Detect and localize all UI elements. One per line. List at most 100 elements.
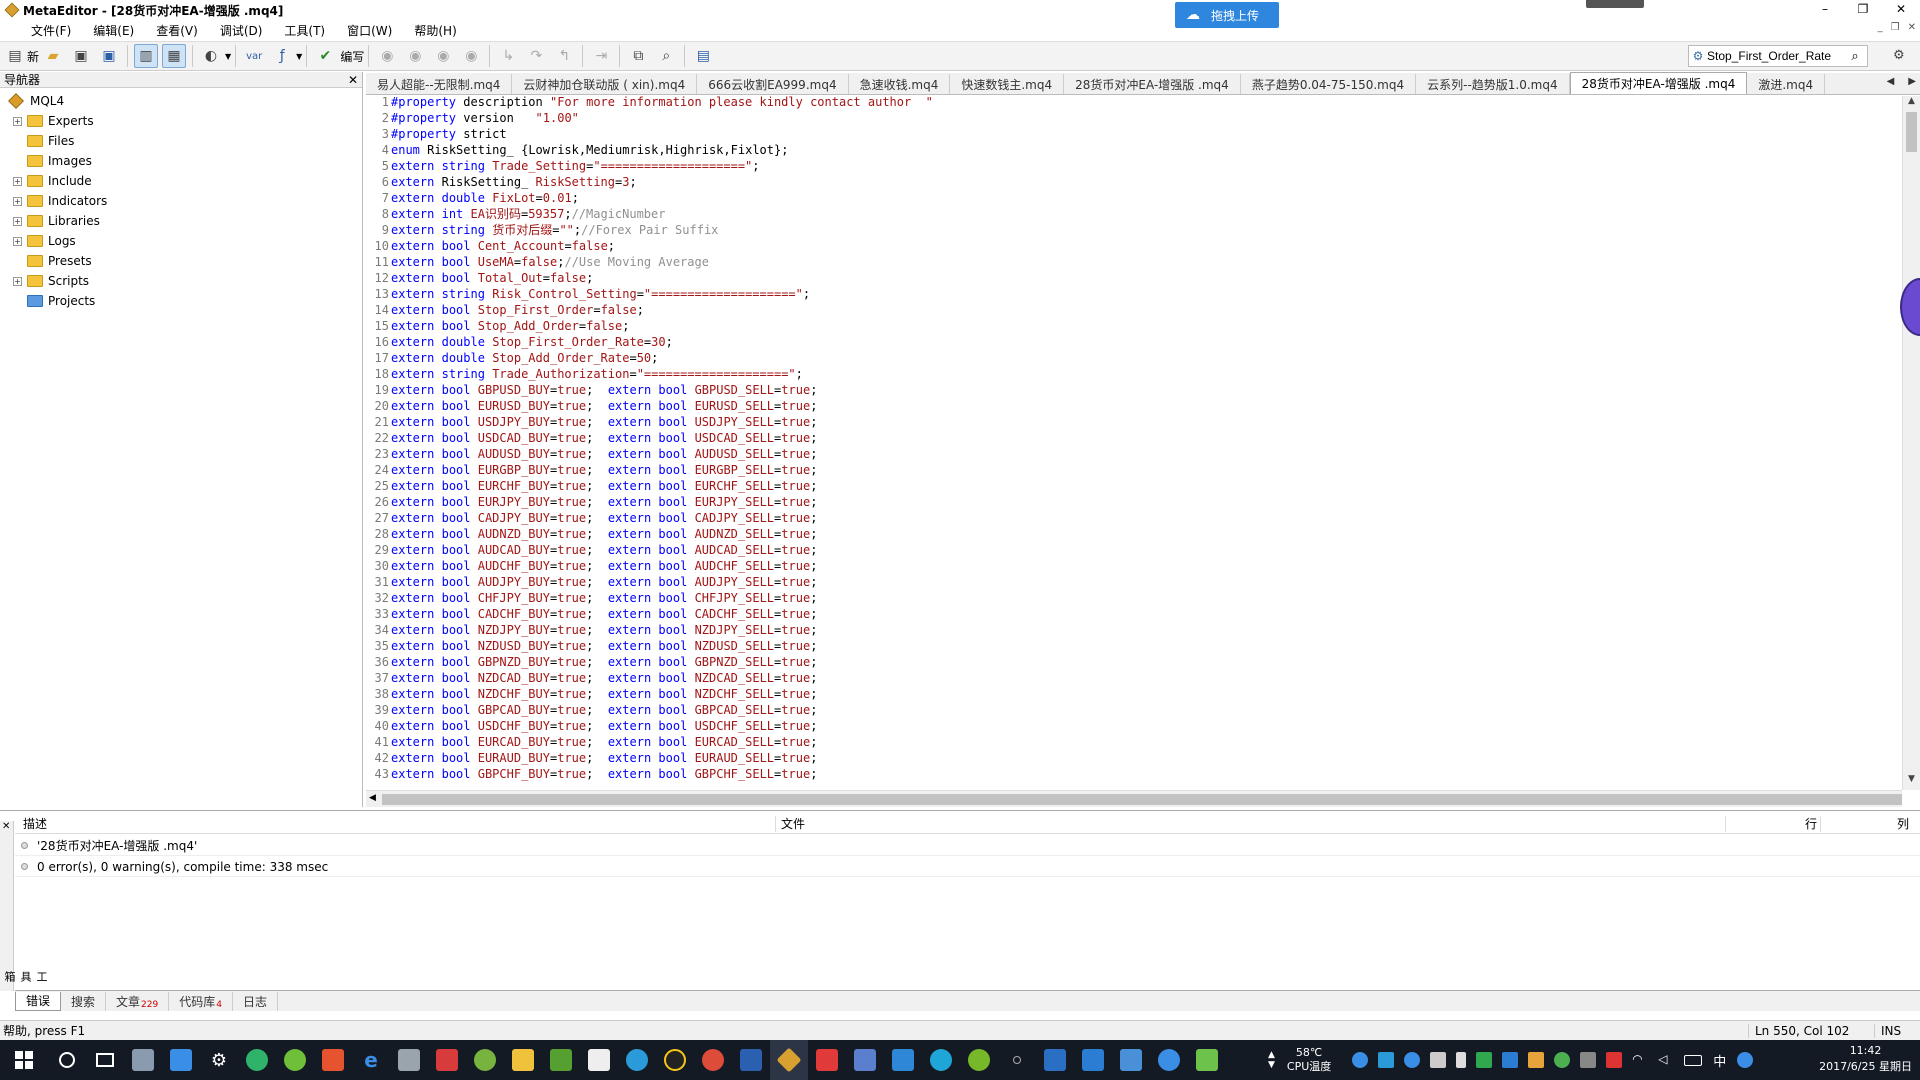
column-col[interactable]: 列 xyxy=(1897,815,1909,832)
code-line[interactable]: 42 extern bool EURAUD_BUY=true; extern bo… xyxy=(366,750,1866,766)
code-line[interactable]: 6 extern RiskSetting_ RiskSetting=3; xyxy=(366,174,1866,190)
dropdown-arrow-icon[interactable]: ▼ xyxy=(225,52,231,61)
tab-errors[interactable]: 错误 xyxy=(15,991,62,1011)
tree-node-files[interactable]: Files xyxy=(0,131,362,151)
taskbar-app-icon[interactable] xyxy=(960,1040,998,1080)
wifi-icon[interactable]: ◠ xyxy=(1632,1052,1648,1068)
close-icon[interactable]: ✕ xyxy=(2,821,10,832)
menu-window[interactable]: 窗口(W) xyxy=(336,22,403,39)
scrollbar-thumb[interactable] xyxy=(1906,112,1917,152)
start-profile-icon[interactable]: ◉ xyxy=(403,44,427,68)
tree-node-logs[interactable]: + Logs xyxy=(0,231,362,251)
taskbar-app-icon[interactable] xyxy=(162,1040,200,1080)
code-line[interactable]: 33 extern bool CADCHF_BUY=true; extern bo… xyxy=(366,606,1866,622)
taskbar-app-icon[interactable] xyxy=(808,1040,846,1080)
code-line[interactable]: 41 extern bool EURCAD_BUY=true; extern bo… xyxy=(366,734,1866,750)
code-line[interactable]: 19 extern bool GBPUSD_BUY=true; extern bo… xyxy=(366,382,1866,398)
step-over-icon[interactable]: ↷ xyxy=(524,44,548,68)
code-line[interactable]: 22 extern bool USDCAD_BUY=true; extern bo… xyxy=(366,430,1866,446)
copy-icon[interactable]: ⧉ xyxy=(626,44,650,68)
menu-file[interactable]: 文件(F) xyxy=(20,22,82,39)
expand-icon[interactable]: + xyxy=(13,216,22,226)
tray-icon[interactable] xyxy=(1430,1052,1447,1068)
tree-node-include[interactable]: + Include xyxy=(0,171,362,191)
close-icon[interactable]: ✕ xyxy=(348,73,358,87)
tab-journal[interactable]: 日志 xyxy=(233,991,278,1011)
pause-icon[interactable]: ◉ xyxy=(431,44,455,68)
toolbox-toggle-icon[interactable]: ▦ xyxy=(162,44,187,68)
file-tab[interactable]: 28货币对冲EA-增强版 .mq4 xyxy=(1064,74,1241,94)
taskbar-app-icon[interactable] xyxy=(1036,1040,1074,1080)
menu-help[interactable]: 帮助(H) xyxy=(403,22,467,39)
code-line[interactable]: 23 extern bool AUDUSD_BUY=true; extern bo… xyxy=(366,446,1866,462)
start-button[interactable] xyxy=(0,1040,48,1080)
minimize-button[interactable]: – xyxy=(1806,0,1844,18)
code-line[interactable]: 9 extern string 货币对后缀="";//Forex Pair Suf… xyxy=(366,222,1866,238)
file-tab[interactable]: 燕子趋势0.04-75-150.mq4 xyxy=(1241,74,1417,94)
code-line[interactable]: 8 extern int EA识别码=59357;//MagicNumber xyxy=(366,206,1866,222)
search-icon[interactable]: ⌕ xyxy=(1845,49,1865,64)
clock[interactable]: 11:42 2017/6/25 星期日 xyxy=(1819,1043,1912,1075)
code-line[interactable]: 39 extern bool GBPCAD_BUY=true; extern bo… xyxy=(366,702,1866,718)
close-button[interactable]: ✕ xyxy=(1882,0,1920,18)
code-line[interactable]: 29 extern bool AUDCAD_BUY=true; extern bo… xyxy=(366,542,1866,558)
taskbar-app-icon[interactable] xyxy=(922,1040,960,1080)
tree-node-presets[interactable]: Presets xyxy=(0,251,362,271)
code-line[interactable]: 5 extern string Trade_Setting="==========… xyxy=(366,158,1866,174)
step-out-icon[interactable]: ↰ xyxy=(552,44,576,68)
taskbar-app-icon[interactable] xyxy=(732,1040,770,1080)
taskbar-app-icon[interactable] xyxy=(390,1040,428,1080)
taskbar-app-icon[interactable] xyxy=(1112,1040,1150,1080)
compile-icon[interactable]: ✔ xyxy=(313,44,337,68)
expand-icon[interactable]: + xyxy=(13,196,22,206)
tab-left-arrow-icon[interactable]: ◀ xyxy=(1887,76,1895,87)
tray-icon[interactable] xyxy=(1404,1052,1421,1068)
cortana-icon[interactable] xyxy=(48,1040,86,1080)
code-line[interactable]: 30 extern bool AUDCHF_BUY=true; extern bo… xyxy=(366,558,1866,574)
menu-debug[interactable]: 调试(D) xyxy=(209,22,274,39)
function-list-icon[interactable]: ƒ xyxy=(270,44,294,68)
tray-icon[interactable] xyxy=(1502,1052,1519,1068)
tray-icon[interactable] xyxy=(1554,1052,1571,1068)
code-line[interactable]: 31 extern bool AUDJPY_BUY=true; extern bo… xyxy=(366,574,1866,590)
taskbar-app-icon[interactable] xyxy=(276,1040,314,1080)
ime-indicator[interactable]: 中 xyxy=(1713,1051,1726,1070)
file-tab[interactable]: 云系列--趋势版1.0.mq4 xyxy=(1416,74,1570,94)
code-line[interactable]: 2 #property version "1.00" xyxy=(366,110,1866,126)
tab-articles[interactable]: 文章 229 xyxy=(106,991,170,1011)
new-button-label[interactable]: 新 xyxy=(27,48,39,65)
tray-icon[interactable] xyxy=(1476,1052,1493,1068)
horizontal-scrollbar[interactable]: ◀ xyxy=(366,790,1902,807)
new-file-icon[interactable]: ▤ xyxy=(6,44,24,68)
toolbox-message[interactable]: '28货币对冲EA-增强版 .mq4' xyxy=(15,836,1920,856)
tree-node-scripts[interactable]: + Scripts xyxy=(0,271,362,291)
code-line[interactable]: 20 extern bool EURUSD_BUY=true; extern bo… xyxy=(366,398,1866,414)
column-line[interactable]: 行 xyxy=(1805,815,1817,832)
scroll-up-icon[interactable]: ▲ xyxy=(1903,96,1920,112)
tray-icon[interactable] xyxy=(1606,1052,1623,1068)
code-line[interactable]: 27 extern bool CADJPY_BUY=true; extern bo… xyxy=(366,510,1866,526)
navigator-toggle-icon[interactable]: ▥ xyxy=(134,44,159,68)
store-icon[interactable] xyxy=(580,1040,618,1080)
chrome-icon[interactable] xyxy=(694,1040,732,1080)
save-icon[interactable]: ▣ xyxy=(69,44,93,68)
code-line[interactable]: 14 extern bool Stop_First_Order=false; xyxy=(366,302,1866,318)
taskbar-app-icon[interactable] xyxy=(314,1040,352,1080)
taskbar-app-icon[interactable] xyxy=(1188,1040,1226,1080)
styler-icon[interactable]: ◐ xyxy=(199,44,223,68)
tray-icon[interactable] xyxy=(1378,1052,1395,1068)
code-line[interactable]: 34 extern bool NZDJPY_BUY=true; extern bo… xyxy=(366,622,1866,638)
edge-icon[interactable]: e xyxy=(352,1040,390,1080)
taskbar-app-icon[interactable] xyxy=(428,1040,466,1080)
upload-button[interactable]: ☁ 拖拽上传 xyxy=(1175,2,1279,28)
volume-icon[interactable]: ◁ xyxy=(1658,1052,1674,1068)
file-tab[interactable]: 云财神加仓联动版 ( xin).mq4 xyxy=(512,74,698,94)
qq-icon[interactable] xyxy=(656,1040,694,1080)
start-debug-icon[interactable]: ◉ xyxy=(375,44,399,68)
tab-search[interactable]: 搜索 xyxy=(61,991,107,1011)
code-line[interactable]: 16 extern double Stop_First_Order_Rate=30… xyxy=(366,334,1866,350)
tree-node-libraries[interactable]: + Libraries xyxy=(0,211,362,231)
code-line[interactable]: 25 extern bool EURCHF_BUY=true; extern bo… xyxy=(366,478,1866,494)
taskbar-app-icon[interactable] xyxy=(542,1040,580,1080)
baidu-cloud-icon[interactable] xyxy=(1150,1040,1188,1080)
